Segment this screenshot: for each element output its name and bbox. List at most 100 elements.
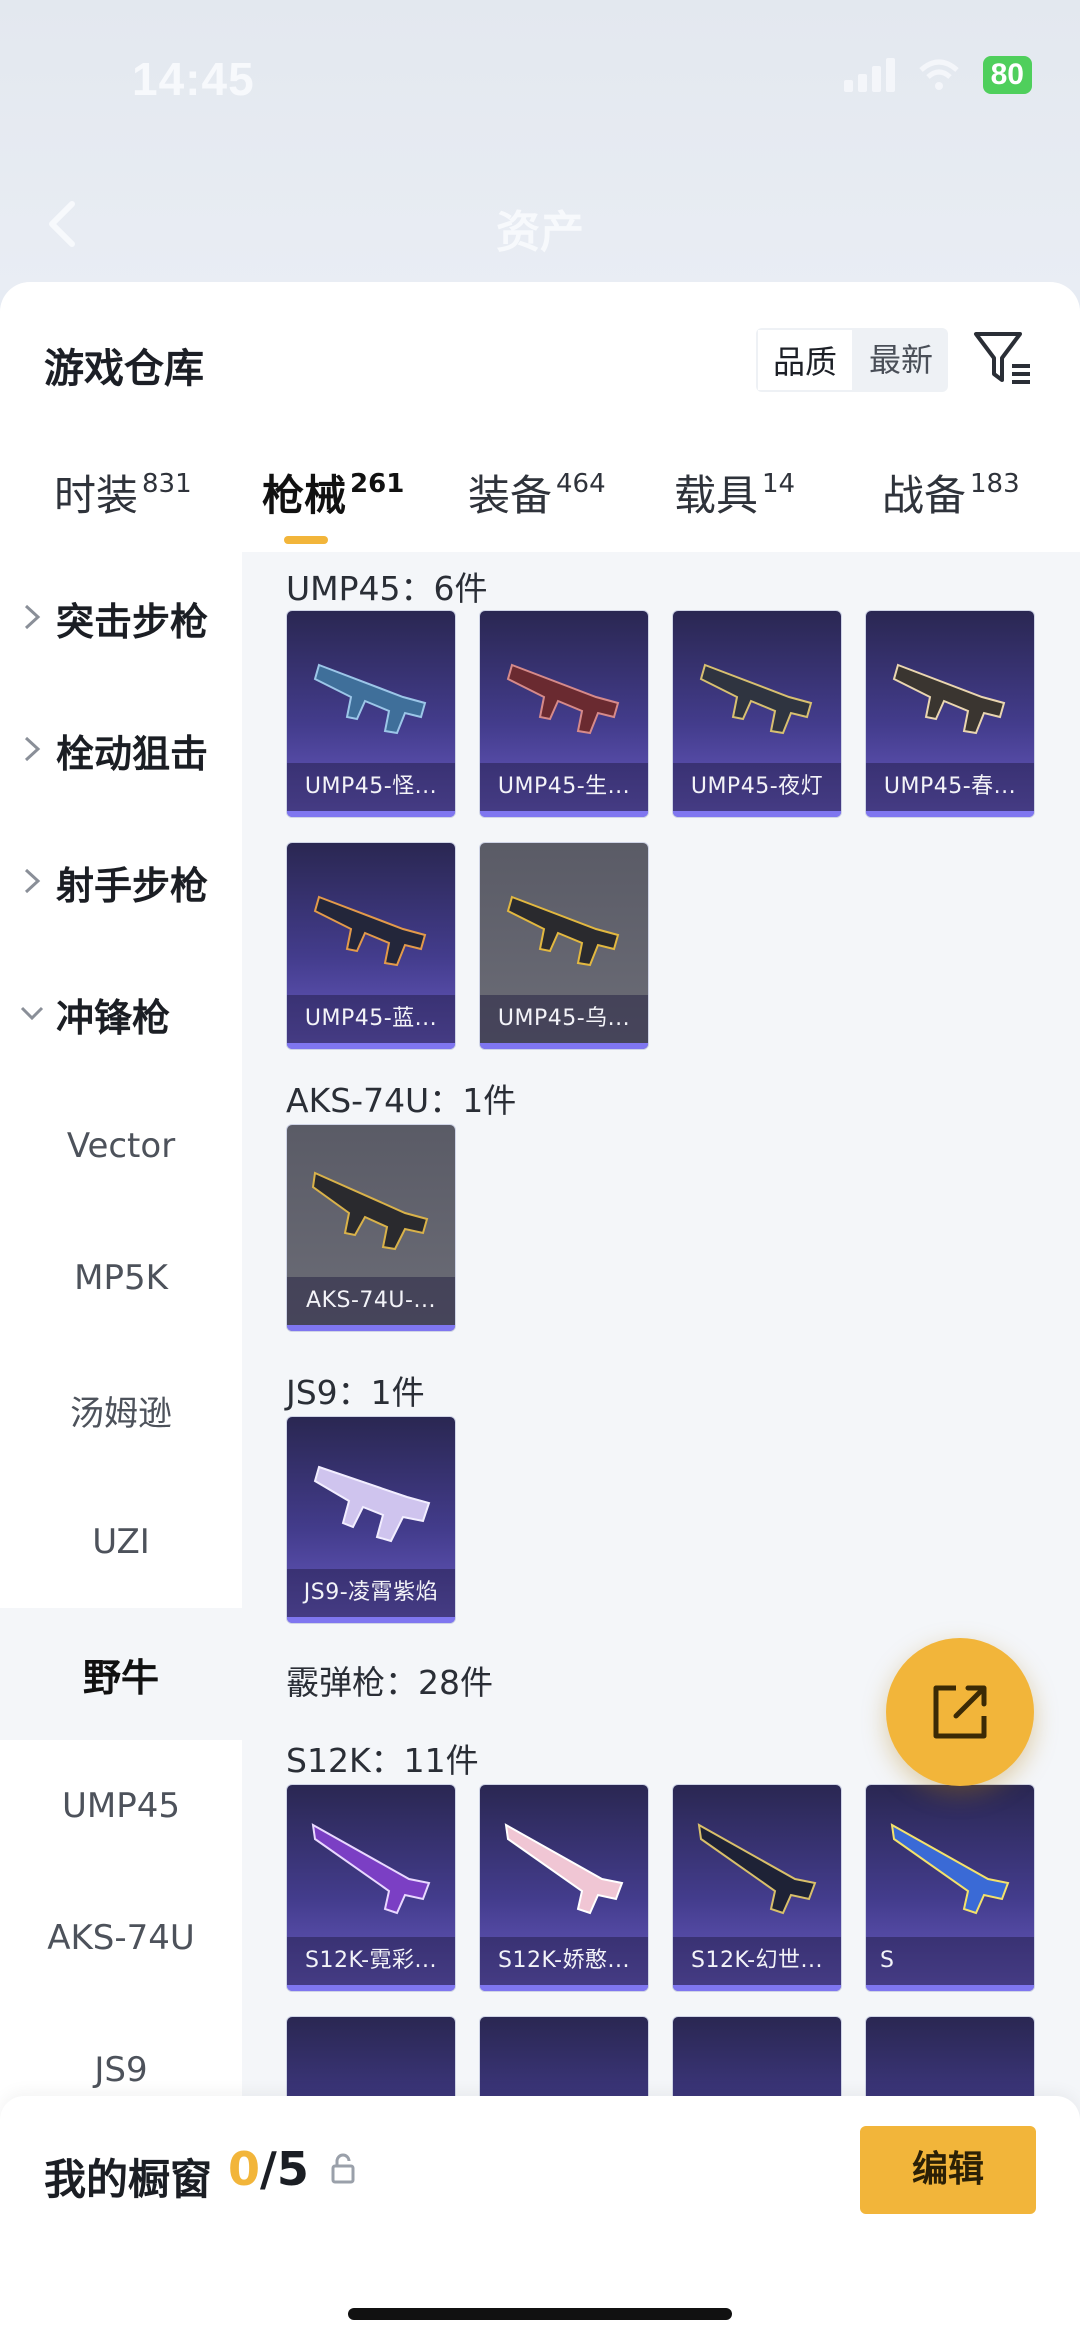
warehouse-title: 游戏仓库 [44, 346, 204, 392]
item-name: UMP45-怪... [287, 763, 455, 811]
rarity-bar [866, 811, 1034, 817]
tab-count: 261 [350, 469, 405, 499]
sidebar-item-mp5k[interactable]: MP5K [0, 1212, 242, 1344]
tab-label: 装备 [468, 471, 553, 520]
sheet-header: 游戏仓库 品质 最新 时装 831 枪械 261 装备 464 载具 14 战备 183 [0, 282, 1080, 552]
sidebar-item-aks74u[interactable]: AKS-74U [0, 1872, 242, 2004]
item-name: UMP45-夜灯 [673, 763, 841, 811]
item-card[interactable]: S12K-娇憨... [479, 1784, 649, 1992]
chevron-down-icon [20, 1006, 44, 1021]
sidebar-item-bolt-sniper[interactable]: 栓动狙击 [0, 684, 242, 816]
sidebar-item-uzi[interactable]: UZI [0, 1476, 242, 1608]
tab-count: 183 [970, 469, 1020, 499]
tab-count: 14 [762, 469, 796, 499]
rarity-bar [480, 811, 648, 817]
sidebar-item-assault-rifle[interactable]: 突击步枪 [0, 552, 242, 684]
sidebar-item-marksman-rifle[interactable]: 射手步枪 [0, 816, 242, 948]
shotgun-skin-icon [504, 1823, 624, 1915]
item-card[interactable]: UMP45-乌... [479, 842, 649, 1050]
item-name: S12K-娇憨... [480, 1937, 648, 1985]
rarity-bar [673, 1985, 841, 1991]
sort-quality-button[interactable]: 品质 [756, 328, 854, 392]
chevron-right-icon [24, 868, 41, 894]
rarity-bar [287, 811, 455, 817]
item-name: UMP45-乌... [480, 995, 648, 1043]
sidebar-item-label: 汤姆逊 [70, 1393, 172, 1434]
lock-icon [331, 2153, 355, 2184]
shotgun-skin-icon [311, 1823, 431, 1915]
shotgun-skin-icon [697, 1823, 817, 1915]
sidebar-item-label: 栓动狙击 [56, 731, 209, 776]
page-title: 资产 [496, 207, 584, 258]
tab-label: 时装 [54, 471, 139, 520]
sort-toggle: 品质 最新 [756, 328, 948, 392]
item-card[interactable]: UMP45-蓝... [286, 842, 456, 1050]
tab-vehicles[interactable]: 载具 14 [674, 462, 795, 523]
sidebar-item-label: 野牛 [82, 1655, 159, 1700]
item-card[interactable]: UMP45-怪... [286, 610, 456, 818]
group-title-ump45: UMP45：6件 [286, 569, 488, 608]
tab-label: 战备 [882, 471, 967, 520]
showcase-total: /5 [260, 2142, 309, 2196]
edit-button[interactable]: 编辑 [860, 2126, 1036, 2214]
smg-skin-icon [506, 663, 620, 735]
item-card[interactable]: JS9-凌霄紫焰 [286, 1416, 456, 1624]
item-card[interactable]: UMP45-生... [479, 610, 649, 818]
showcase-count: 0/5 [228, 2142, 309, 2196]
sidebar-item-label: AKS-74U [47, 1918, 195, 1958]
tab-equipment[interactable]: 装备 464 [468, 462, 606, 523]
item-name: S12K-幻世... [673, 1937, 841, 1985]
sidebar-item-smg[interactable]: 冲锋枪 [0, 948, 242, 1080]
filter-icon[interactable] [972, 328, 1034, 392]
sidebar-item-bizon[interactable]: 野牛 [0, 1608, 242, 1740]
item-name: AKS-74U-... [287, 1277, 455, 1325]
sidebar-item-ump45[interactable]: UMP45 [0, 1740, 242, 1872]
smg-skin-icon [892, 663, 1006, 735]
sidebar-item-label: 突击步枪 [56, 599, 209, 644]
battery-indicator: 80 [982, 56, 1032, 94]
wifi-icon [917, 58, 961, 92]
tab-supplies[interactable]: 战备 183 [882, 462, 1020, 523]
smg-skin-icon [506, 895, 620, 967]
chevron-right-icon [24, 736, 41, 762]
status-icons: 80 [843, 56, 1032, 94]
tab-count: 831 [142, 469, 192, 499]
sidebar-item-label: 冲锋枪 [56, 995, 171, 1040]
item-card[interactable]: AKS-74U-... [286, 1124, 456, 1332]
group-title-s12k: S12K：11件 [286, 1741, 479, 1780]
sort-latest-button[interactable]: 最新 [854, 328, 948, 392]
sidebar-item-thompson[interactable]: 汤姆逊 [0, 1344, 242, 1476]
tab-count: 464 [556, 469, 606, 499]
item-name: S [866, 1937, 1034, 1985]
smg-skin-icon [313, 1465, 431, 1543]
item-name: S12K-霓彩... [287, 1937, 455, 1985]
item-name: UMP45-蓝... [287, 995, 455, 1043]
showcase-label: 我的橱窗 [44, 2155, 213, 2204]
item-name: JS9-凌霄紫焰 [287, 1569, 455, 1617]
item-card[interactable]: S12K-霓彩... [286, 1784, 456, 1992]
rarity-bar [673, 811, 841, 817]
item-card[interactable]: S12K-幻世... [672, 1784, 842, 1992]
share-icon [933, 1685, 987, 1739]
sidebar-item-vector[interactable]: Vector [0, 1080, 242, 1212]
smg-skin-icon [313, 895, 427, 967]
group-title-shotgun: 霰弹枪：28件 [286, 1663, 493, 1702]
item-name: UMP45-生... [480, 763, 648, 811]
rarity-bar [866, 1985, 1034, 1991]
sidebar-item-label: MP5K [74, 1258, 168, 1298]
item-card[interactable]: UMP45-夜灯 [672, 610, 842, 818]
warehouse-sheet: 游戏仓库 品质 最新 时装 831 枪械 261 装备 464 载具 14 战备 183 … [0, 282, 1080, 2341]
sidebar-item-label: JS9 [94, 2050, 148, 2090]
tab-costume[interactable]: 时装 831 [54, 462, 192, 523]
shotgun-skin-icon [890, 1823, 1010, 1915]
weapon-category-sidebar: 突击步枪 栓动狙击 射手步枪 冲锋枪 Vector MP5K 汤姆逊 UZI 野… [0, 552, 242, 2341]
status-time: 14:45 [132, 53, 255, 105]
share-button[interactable] [886, 1638, 1034, 1786]
rarity-bar [480, 1043, 648, 1049]
item-card[interactable]: S [865, 1784, 1035, 1992]
rarity-bar [287, 1985, 455, 1991]
group-title-aks74u: AKS-74U：1件 [286, 1081, 517, 1120]
category-tabs: 时装 831 枪械 261 装备 464 载具 14 战备 183 [0, 462, 1080, 552]
item-card[interactable]: UMP45-春... [865, 610, 1035, 818]
tab-guns[interactable]: 枪械 261 [262, 462, 404, 523]
